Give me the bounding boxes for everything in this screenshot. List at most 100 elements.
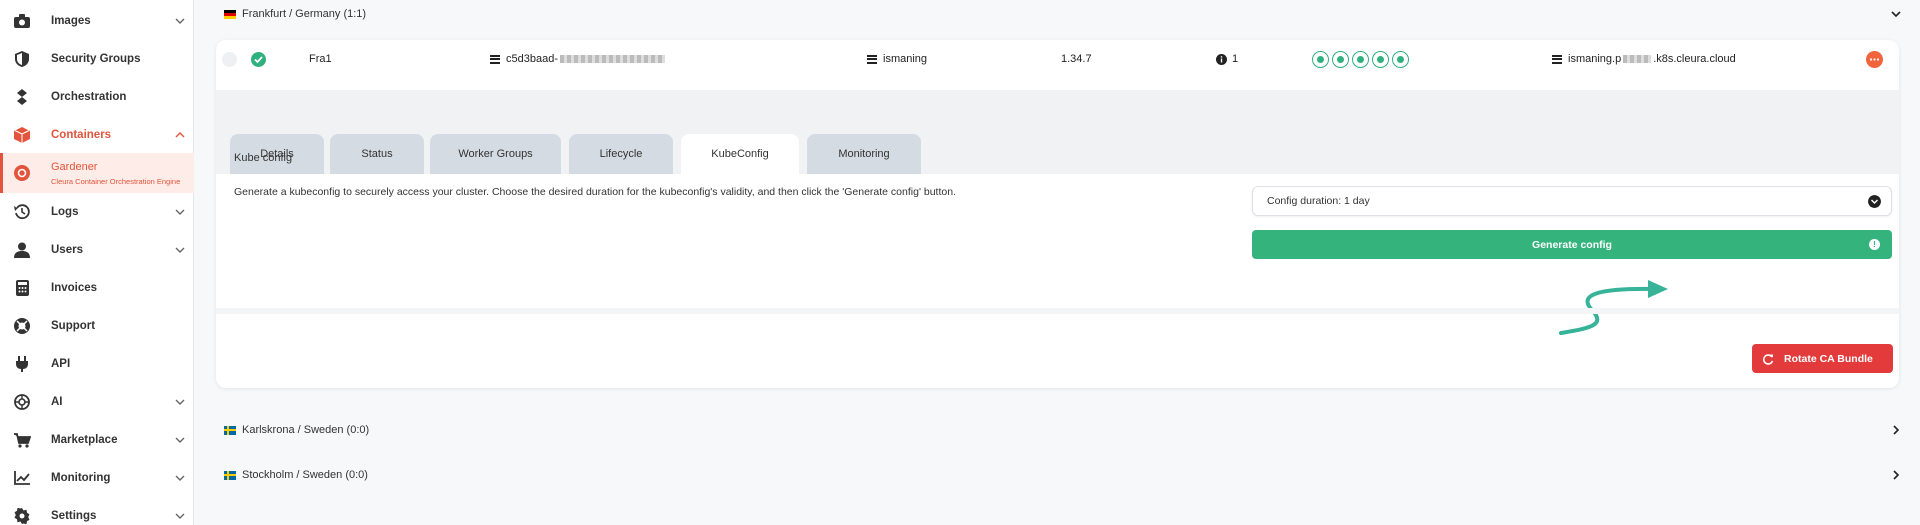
cube-icon	[13, 126, 31, 144]
generate-config-label: Generate config	[1532, 238, 1612, 251]
redacted-value	[560, 55, 665, 63]
sidebar-item-security-groups[interactable]: Security Groups	[0, 40, 194, 78]
chart-icon	[13, 469, 31, 487]
sidebar-item-containers[interactable]: Containers	[0, 116, 194, 154]
status-ok-icon	[251, 40, 266, 78]
cart-icon	[13, 431, 31, 449]
chevron-down-icon	[175, 513, 185, 519]
list-icon	[1552, 54, 1562, 64]
chevron-down-icon[interactable]	[1890, 8, 1902, 20]
tab-status[interactable]: Status	[330, 134, 424, 174]
chevron-right-icon[interactable]	[1890, 469, 1902, 481]
active-indicator	[0, 153, 3, 193]
more-actions-button[interactable]	[1866, 40, 1883, 78]
list-icon	[490, 54, 500, 64]
cluster-id: c5d3baad-	[490, 40, 665, 78]
sidebar-item-label: Logs	[51, 206, 79, 218]
tab-bar: Details Status Worker Groups Lifecycle K…	[216, 90, 1899, 174]
chevron-up-icon	[175, 132, 185, 138]
gardener-icon	[13, 164, 31, 182]
sidebar-item-label: Marketplace	[51, 434, 118, 446]
sidebar-item-monitoring[interactable]: Monitoring	[0, 459, 194, 497]
sidebar-item-label: Monitoring	[51, 472, 111, 484]
sidebar-item-users[interactable]: Users	[0, 231, 194, 269]
cluster-domain: ismaning.p .k8s.cleura.cloud	[1552, 40, 1736, 78]
sidebar-item-label: Images	[51, 15, 91, 27]
region-label: Karlskrona / Sweden (0:0)	[242, 424, 370, 436]
config-duration-select[interactable]: Config duration: 1 day	[1252, 186, 1892, 216]
sidebar-item-marketplace[interactable]: Marketplace	[0, 421, 194, 459]
sidebar-item-label: Settings	[51, 510, 97, 522]
cluster-project: ismaning	[867, 40, 927, 78]
rotate-ca-bundle-button[interactable]: Rotate CA Bundle	[1752, 344, 1893, 373]
tab-kubeconfig[interactable]: KubeConfig	[681, 134, 799, 174]
chevron-down-icon	[175, 18, 185, 24]
info-icon[interactable]: !	[1869, 239, 1880, 250]
sidebar-item-images[interactable]: Images	[0, 2, 194, 40]
user-icon	[13, 241, 31, 259]
sidebar-item-logs[interactable]: Logs	[0, 193, 194, 231]
sidebar-item-label: Orchestration	[51, 91, 127, 103]
sidebar-item-support[interactable]: Support	[0, 307, 194, 345]
tab-lifecycle[interactable]: Lifecycle	[569, 134, 673, 174]
lifebuoy-icon	[13, 317, 31, 335]
section-divider	[216, 308, 1899, 314]
addon-dashboard-icon[interactable]	[1332, 50, 1349, 68]
select-value: Config duration: 1 day	[1267, 195, 1370, 207]
sidebar-item-invoices[interactable]: Invoices	[0, 269, 194, 307]
sidebar-item-orchestration[interactable]: Orchestration	[0, 78, 194, 116]
redacted-value	[1623, 55, 1652, 63]
region-karlskrona[interactable]: Karlskrona / Sweden (0:0)	[224, 418, 1910, 442]
shield-icon	[13, 50, 31, 68]
tab-monitoring[interactable]: Monitoring	[807, 134, 921, 174]
sidebar-item-api[interactable]: API	[0, 345, 194, 383]
sidebar: Images Security Groups Orchestration Con…	[0, 0, 194, 525]
ai-icon	[13, 393, 31, 411]
list-icon	[867, 54, 877, 64]
tab-worker-groups[interactable]: Worker Groups	[430, 134, 561, 174]
region-label: Frankfurt / Germany (1:1)	[242, 8, 367, 20]
addon-list-icon[interactable]	[1312, 50, 1329, 68]
sidebar-item-sublabel: Cleura Container Orchestration Engine	[51, 177, 181, 186]
sidebar-item-settings[interactable]: Settings	[0, 497, 194, 525]
annotation-arrow	[1559, 280, 1668, 335]
chevron-right-icon[interactable]	[1890, 424, 1902, 436]
rotate-icon	[1762, 353, 1774, 365]
cluster-info[interactable]: 1	[1216, 40, 1238, 78]
generate-config-button[interactable]: Generate config !	[1252, 230, 1892, 259]
cluster-card: Fra1 c5d3baad- ismaning 1.34.7 1 ismanin…	[216, 40, 1899, 388]
sidebar-item-label: Users	[51, 244, 83, 256]
cluster-id-prefix: c5d3baad-	[506, 53, 558, 65]
main-content: Frankfurt / Germany (1:1) Fra1 c5d3baad-…	[194, 0, 1920, 525]
sidebar-item-label: Security Groups	[51, 53, 141, 65]
cluster-domain-suffix: .k8s.cleura.cloud	[1653, 53, 1736, 65]
sidebar-item-ai[interactable]: AI	[0, 383, 194, 421]
orchestration-icon	[13, 88, 31, 106]
camera-icon	[13, 12, 31, 30]
sidebar-item-label: API	[51, 358, 71, 370]
region-stockholm[interactable]: Stockholm / Sweden (0:0)	[224, 463, 1910, 487]
sidebar-item-label: AI	[51, 396, 63, 408]
panel-title: Kube config	[234, 152, 293, 164]
rotate-ca-bundle-label: Rotate CA Bundle	[1784, 352, 1873, 365]
addon-gear-icon[interactable]	[1352, 50, 1369, 68]
chevron-down-icon	[175, 209, 185, 215]
addons-group	[1312, 40, 1412, 78]
sidebar-item-gardener[interactable]: Gardener Cleura Container Orchestration …	[0, 153, 194, 193]
chevron-down-icon	[175, 247, 185, 253]
calculator-icon	[13, 279, 31, 297]
chevron-down-icon	[175, 475, 185, 481]
sweden-flag-icon	[224, 470, 236, 480]
info-count: 1	[1232, 53, 1239, 65]
cluster-version: 1.34.7	[1061, 53, 1092, 65]
sweden-flag-icon	[224, 425, 236, 435]
addon-network-icon[interactable]	[1372, 50, 1389, 68]
region-frankfurt[interactable]: Frankfurt / Germany (1:1)	[224, 2, 1910, 26]
cluster-row[interactable]: Fra1 c5d3baad- ismaning 1.34.7 1 ismanin…	[216, 40, 1899, 78]
addon-settings-icon[interactable]	[1392, 50, 1409, 68]
cluster-domain-prefix: ismaning.p	[1568, 53, 1622, 65]
history-icon	[13, 203, 31, 221]
gear-icon	[13, 507, 31, 525]
select-checkbox[interactable]	[222, 40, 237, 78]
chevron-down-icon	[175, 399, 185, 405]
